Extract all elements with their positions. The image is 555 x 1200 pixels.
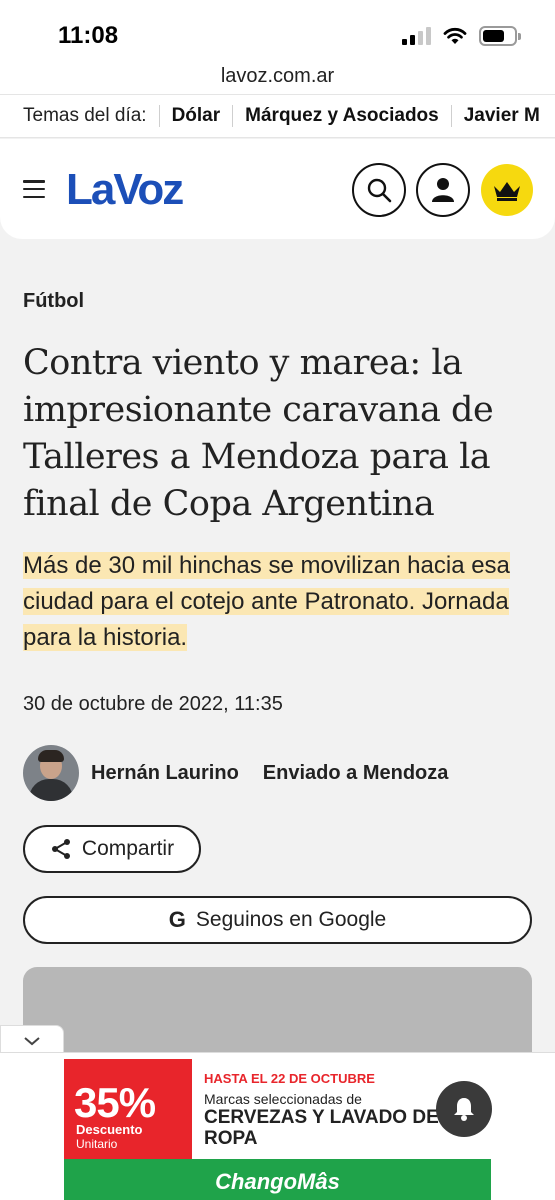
trending-topics-bar: Temas del día: Dólar Márquez y Asociados… xyxy=(0,94,555,138)
premium-button[interactable] xyxy=(481,164,533,216)
follow-google-label: Seguinos en Google xyxy=(195,908,387,931)
menu-icon[interactable] xyxy=(23,180,45,198)
ad-creative[interactable]: 35% Descuento Unitario HASTA EL 22 DE OC… xyxy=(64,1059,491,1200)
trending-label: Temas del día: xyxy=(23,105,147,126)
wifi-icon xyxy=(443,27,467,44)
crown-icon xyxy=(494,182,520,201)
follow-google-button[interactable]: G Seguinos en Google xyxy=(23,896,532,944)
trending-topic-link[interactable]: Dólar xyxy=(158,105,233,127)
battery-icon xyxy=(479,26,521,46)
status-time: 11:08 xyxy=(58,22,119,49)
ad-banner-bar: 35% Descuento Unitario HASTA EL 22 DE OC… xyxy=(0,1052,555,1200)
account-button[interactable] xyxy=(416,163,470,217)
trending-topic-link[interactable]: Márquez y Asociados xyxy=(232,105,451,127)
ad-discount-label: Descuento xyxy=(76,1122,143,1137)
ad-line1: Marcas seleccionadas de xyxy=(204,1091,362,1107)
author-name[interactable]: Hernán Laurino xyxy=(91,762,239,785)
site-logo[interactable]: LaVoz xyxy=(66,165,184,215)
trending-topic-link[interactable]: Javier M xyxy=(450,105,552,127)
search-icon xyxy=(367,178,392,203)
article-date: 30 de octubre de 2022, 11:35 xyxy=(23,693,283,715)
author-avatar[interactable] xyxy=(23,745,79,801)
share-label: Compartir xyxy=(81,837,175,860)
ad-unit-label: Unitario xyxy=(76,1137,118,1151)
ad-collapse-button[interactable] xyxy=(0,1025,64,1055)
share-button[interactable]: Compartir xyxy=(23,825,201,873)
ad-date-line: HASTA EL 22 DE OCTUBRE xyxy=(204,1071,375,1086)
ad-discount-block: 35% Descuento Unitario xyxy=(64,1059,192,1159)
article-subhead: Más de 30 mil hinchas se movilizan hacia… xyxy=(23,548,513,656)
article-category[interactable]: Fútbol xyxy=(23,290,84,313)
author-byline: Hernán Laurino Enviado a Mendoza xyxy=(23,745,448,801)
author-role: Enviado a Mendoza xyxy=(262,761,449,784)
ad-brand: ChangoMâs xyxy=(64,1159,491,1200)
article-subhead-text: Más de 30 mil hinchas se movilizan hacia… xyxy=(23,552,510,651)
user-icon xyxy=(432,178,454,202)
article-headline: Contra viento y marea: la impresionante … xyxy=(23,343,494,524)
notifications-button[interactable] xyxy=(436,1081,492,1137)
chevron-down-icon xyxy=(24,1036,40,1045)
google-icon: G xyxy=(168,907,186,932)
cellular-signal-icon xyxy=(402,27,431,45)
search-button[interactable] xyxy=(352,163,406,217)
status-icons xyxy=(402,26,521,46)
url-bar[interactable]: lavoz.com.ar xyxy=(0,58,555,94)
bell-icon xyxy=(454,1098,474,1121)
share-icon xyxy=(51,839,70,859)
site-header: LaVoz xyxy=(0,139,555,239)
ad-percent: 35% xyxy=(74,1079,156,1126)
